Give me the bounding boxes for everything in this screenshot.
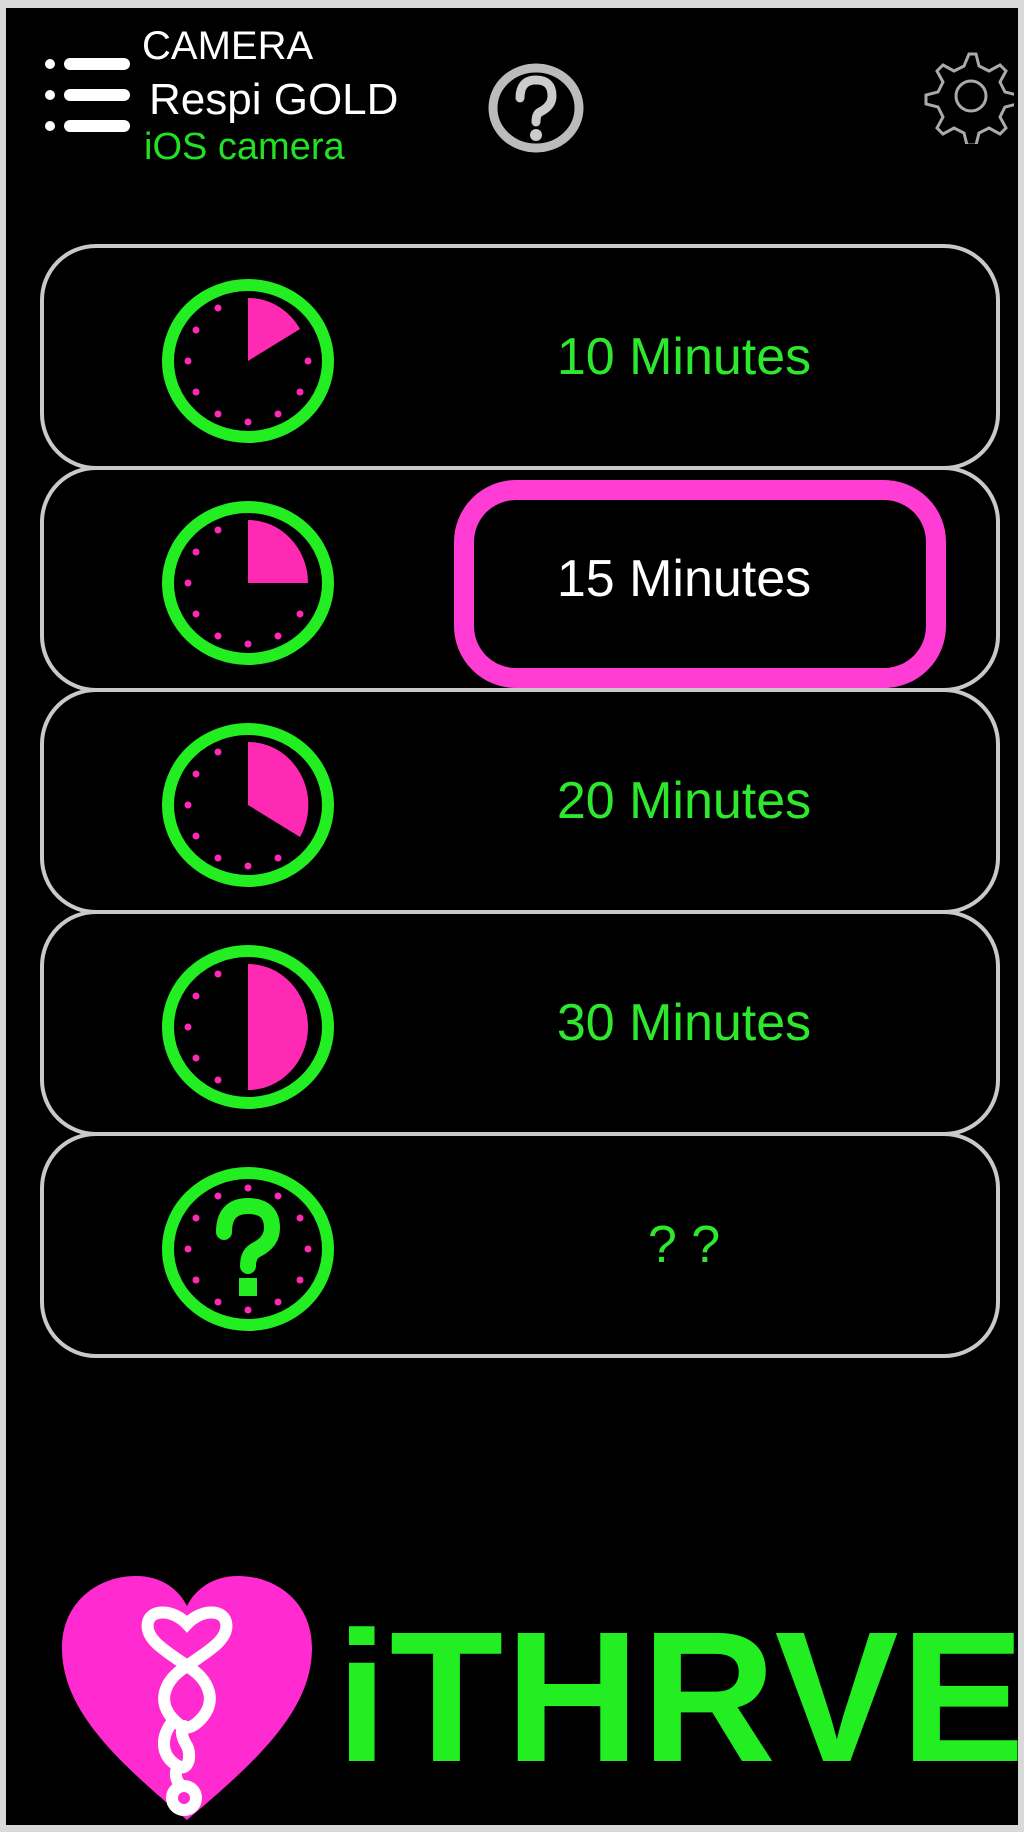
camera-label: CAMERA	[142, 24, 314, 68]
clock-icon	[162, 279, 334, 443]
clock-icon	[162, 501, 334, 665]
clock-icon	[162, 945, 334, 1109]
camera-source-label: iOS camera	[144, 126, 345, 168]
duration-label: ? ?	[647, 1216, 721, 1274]
duration-option-10[interactable]: 10 Minutes	[40, 244, 1000, 470]
duration-label: 10 Minutes	[556, 328, 812, 386]
duration-label: 30 Minutes	[556, 994, 812, 1052]
clock-icon	[162, 723, 334, 887]
menu-icon[interactable]	[42, 52, 134, 142]
help-icon[interactable]	[484, 58, 588, 158]
duration-option-15[interactable]: 15 Minutes	[40, 466, 1000, 692]
duration-option-custom[interactable]: ? ?	[40, 1132, 1000, 1358]
gear-icon[interactable]	[924, 48, 1014, 144]
duration-option-30[interactable]: 30 Minutes	[40, 910, 1000, 1136]
heart-logo-icon	[62, 1576, 312, 1820]
duration-option-20[interactable]: 20 Minutes	[40, 688, 1000, 914]
app-screen: CAMERA Respi GOLD iOS camera 10 Minutes	[6, 8, 1024, 1825]
duration-label: 15 Minutes	[556, 550, 812, 608]
duration-label: 20 Minutes	[556, 772, 812, 830]
brand-logo-text: iTHRVE	[336, 1594, 1024, 1801]
question-clock-icon	[162, 1167, 334, 1331]
app-title: Respi GOLD	[149, 75, 399, 124]
